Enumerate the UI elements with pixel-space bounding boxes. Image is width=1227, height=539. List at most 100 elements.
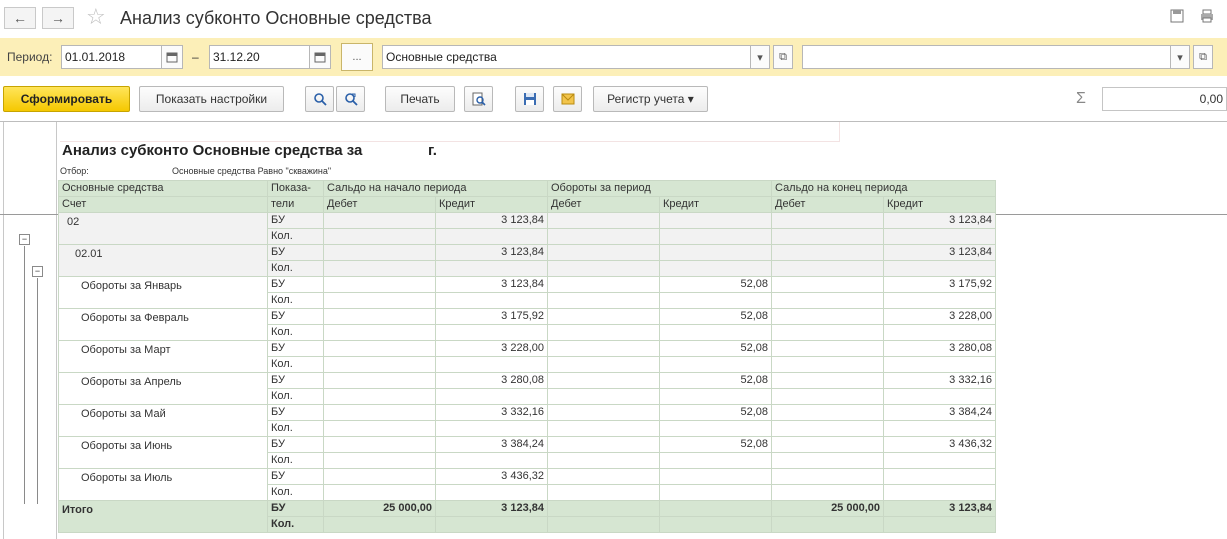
subconto-field[interactable]: Основные средства [382,45,751,69]
email-button[interactable] [553,86,582,112]
report-area[interactable]: Анализ субконто Основные средства за г. … [0,121,1227,539]
value-cell: 3 384,24 [435,436,548,453]
value-cell [323,260,436,277]
date-to-field[interactable]: 31.12.20 [209,45,310,69]
indicator-cell: Кол. [267,388,324,405]
group-02-line [24,246,25,504]
value-cell [547,260,660,277]
collapse-group-0201-icon[interactable]: − [32,266,43,277]
row-name-cell: 02.01 [58,244,268,277]
save-report-button[interactable] [515,86,544,112]
collapse-group-02-icon[interactable]: − [19,234,30,245]
register-dropdown[interactable]: Регистр учета ▾ [593,86,708,112]
group-0201-line [37,278,38,504]
value-cell: 3 175,92 [883,276,996,293]
row-name-cell: Обороты за Январь [58,276,268,309]
indicator-cell: БУ [267,340,324,357]
subconto2-field[interactable] [802,45,1171,69]
indicator-cell: БУ [267,244,324,261]
value-cell [883,452,996,469]
value-cell [547,340,660,357]
value-cell [771,324,884,341]
table-row[interactable]: Итого БУ 25 000,00 3 123,84 25 000,00 3 123,8… [58,500,996,533]
header-cell: Обороты за период [547,180,772,197]
calendar-to-icon[interactable] [309,45,331,69]
table-row[interactable]: Обороты за Январь БУ 3 123,84 52,08 3 175,92 [58,276,996,309]
table-row[interactable]: Обороты за Март БУ 3 228,00 52,08 3 280,08 [58,340,996,373]
header-cell: Дебет [771,196,884,213]
value-cell [547,292,660,309]
indicator-cell: Кол. [267,292,324,309]
filter-value: Основные средства Равно "скважина" [172,166,332,176]
indicator-cell: БУ [267,404,324,421]
value-cell [659,484,772,501]
open2-icon[interactable]: ⧉ [1193,45,1213,69]
value-cell [323,244,436,261]
register-label: Регистр учета [607,92,685,106]
dropdown-icon[interactable]: ▾ [750,45,770,69]
period-label: Период: [7,50,53,64]
back-button[interactable]: ← [4,7,36,29]
dropdown2-icon[interactable]: ▾ [1170,45,1190,69]
header-cell: тели [267,196,324,213]
find-next-button[interactable] [336,86,365,112]
indicator-cell: Кол. [267,260,324,277]
value-cell: 3 228,00 [883,308,996,325]
calendar-from-icon[interactable] [161,45,183,69]
value-cell [771,308,884,325]
period-select-button[interactable]: ... [341,43,373,71]
value-cell [883,228,996,245]
value-cell [771,260,884,277]
value-cell [547,244,660,261]
value-cell [547,228,660,245]
table-row[interactable]: Обороты за Апрель БУ 3 280,08 52,08 3 332,16 [58,372,996,405]
table-row[interactable]: Обороты за Май БУ 3 332,16 52,08 3 384,24 [58,404,996,437]
envelope-icon [561,93,574,105]
value-cell: 3 123,84 [435,244,548,261]
forward-button[interactable]: → [42,7,74,29]
print-button[interactable]: Печать [385,86,455,112]
table-row[interactable]: 02.01 БУ 3 123,84 3 123,84 [58,244,996,277]
value-cell: 3 332,16 [883,372,996,389]
indicator-cell: БУ [267,212,324,229]
open-icon[interactable]: ⧉ [773,45,793,69]
row-name-cell: Итого [58,500,268,533]
value-cell [771,436,884,453]
preview-button[interactable] [464,86,493,112]
value-cell [323,420,436,437]
header-row-bottom: Счет тели Дебет Кредит Дебет Кредит Дебе… [58,196,996,213]
header-cell: Сальдо на начало периода [323,180,548,197]
date-from-field[interactable]: 01.01.2018 [61,45,162,69]
value-cell [659,324,772,341]
header-cell: Счет [58,196,268,213]
value-cell [435,292,548,309]
value-cell [435,516,548,533]
preview-icon [472,92,486,106]
table-row[interactable]: 02 БУ 3 123,84 3 123,84 [58,212,996,245]
indicator-cell: БУ [267,500,324,517]
value-cell [323,212,436,229]
row-name-cell: 02 [58,212,268,245]
value-cell [771,244,884,261]
favorite-star-icon[interactable]: ☆ [86,4,106,30]
value-cell [883,468,996,485]
value-cell [771,468,884,485]
filter-label: Отбор: [60,166,89,176]
search-icon [313,93,327,106]
save-icon[interactable] [1168,9,1186,27]
value-cell [771,292,884,309]
value-cell [883,484,996,501]
value-cell [771,404,884,421]
table-row[interactable]: Обороты за Июнь БУ 3 384,24 52,08 3 436,32 [58,436,996,469]
value-cell [323,404,436,421]
indicator-cell: БУ [267,468,324,485]
show-settings-button[interactable]: Показать настройки [139,86,284,112]
header-cell: Дебет [547,196,660,213]
generate-button[interactable]: Сформировать [3,86,130,112]
search-button[interactable] [305,86,334,112]
table-row[interactable]: Обороты за Февраль БУ 3 175,92 52,08 3 228,0… [58,308,996,341]
table-row[interactable]: Обороты за Июль БУ 3 436,32 [58,468,996,501]
indicator-cell: Кол. [267,356,324,373]
value-cell [547,276,660,293]
print-icon[interactable] [1198,9,1216,27]
